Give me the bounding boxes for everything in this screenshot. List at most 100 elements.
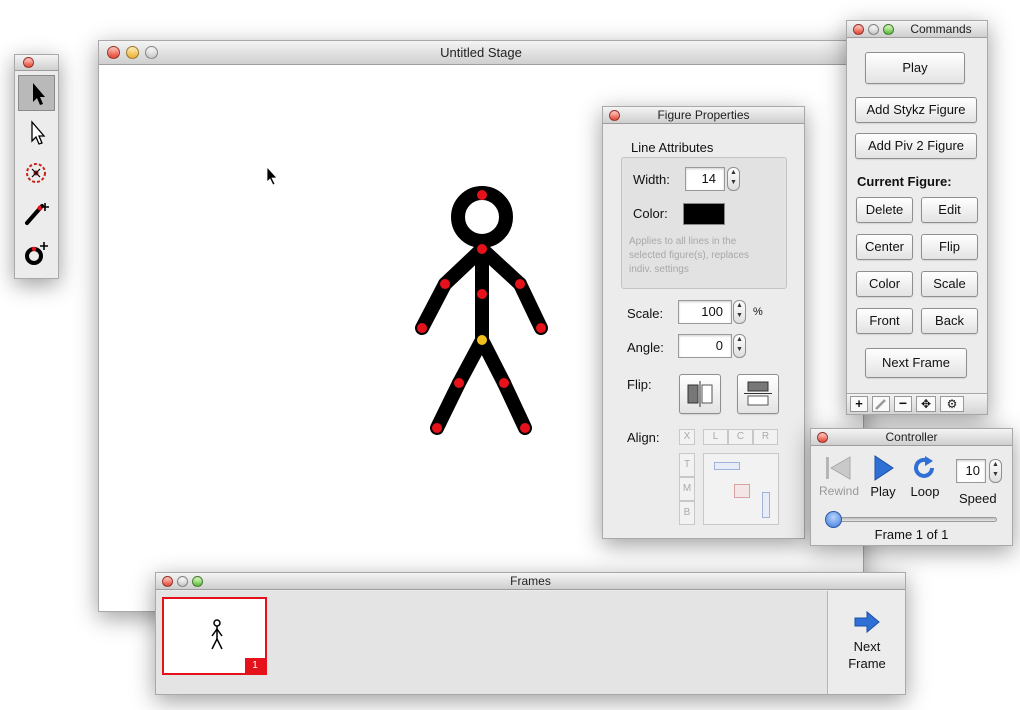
play-label: Play bbox=[870, 484, 896, 499]
minimize-button[interactable] bbox=[126, 46, 139, 59]
target-icon bbox=[26, 163, 46, 183]
speed-stepper[interactable]: ▲ ▼ bbox=[989, 459, 1002, 483]
width-field[interactable]: 14 bbox=[685, 167, 725, 191]
color-button[interactable]: Color bbox=[856, 271, 913, 297]
align-c-button[interactable]: C bbox=[728, 429, 753, 445]
scale-stepper[interactable]: ▲ ▼ bbox=[733, 300, 746, 324]
scale-unit: % bbox=[753, 306, 763, 318]
add-circle-icon bbox=[25, 242, 48, 265]
figure-head[interactable] bbox=[451, 186, 513, 248]
close-button[interactable] bbox=[23, 57, 34, 68]
close-button[interactable] bbox=[107, 46, 120, 59]
add-piv2-figure-button[interactable]: Add Piv 2 Figure bbox=[855, 133, 977, 159]
commands-title: Commands bbox=[910, 22, 972, 36]
scale-field[interactable]: 100 bbox=[678, 300, 732, 324]
zoom-button[interactable] bbox=[883, 24, 894, 35]
tool-target[interactable] bbox=[18, 155, 55, 191]
close-button[interactable] bbox=[609, 110, 620, 121]
move-icon[interactable]: ✥ bbox=[916, 396, 936, 412]
loop-icon bbox=[914, 456, 934, 478]
scale-button[interactable]: Scale bbox=[921, 271, 978, 297]
flip-horizontal-icon bbox=[687, 381, 713, 407]
next-frame-label-1: Next bbox=[853, 639, 881, 654]
add-line-icon bbox=[25, 203, 49, 225]
align-t-button[interactable]: T bbox=[679, 453, 695, 477]
angle-field[interactable]: 0 bbox=[678, 334, 732, 358]
zoom-button[interactable] bbox=[145, 46, 158, 59]
flip-vertical-icon bbox=[744, 381, 772, 406]
note-line-2: selected figure(s), replaces bbox=[629, 250, 750, 261]
commands-panel: Commands Play Add Stykz Figure Add Piv 2… bbox=[846, 20, 988, 415]
align-label: Align: bbox=[627, 430, 660, 445]
next-frame-action[interactable]: Next Frame bbox=[829, 591, 905, 694]
direct-select-icon bbox=[31, 120, 46, 145]
back-button[interactable]: Back bbox=[921, 308, 978, 334]
figure-properties-titlebar: Figure Properties bbox=[603, 107, 804, 124]
frames-panel: Frames 1 Next Frame bbox=[155, 572, 906, 695]
minimize-button[interactable] bbox=[868, 24, 879, 35]
frames-title: Frames bbox=[510, 574, 551, 588]
loop-button[interactable]: Loop bbox=[907, 453, 943, 503]
toolbox-titlebar bbox=[15, 55, 58, 71]
rewind-label: Rewind bbox=[819, 484, 860, 498]
current-figure-label: Current Figure: bbox=[857, 174, 952, 189]
controller-panel: Controller Rewind Play Loop 10 ▲ ▼ Speed … bbox=[810, 428, 1013, 546]
align-r-button[interactable]: R bbox=[753, 429, 778, 445]
stage-title: Untitled Stage bbox=[440, 45, 522, 60]
delete-button[interactable]: Delete bbox=[856, 197, 913, 223]
tool-add-circle[interactable] bbox=[18, 235, 55, 271]
mouse-cursor-icon bbox=[266, 165, 278, 186]
frames-titlebar: Frames bbox=[156, 573, 905, 590]
align-m-button[interactable]: M bbox=[679, 477, 695, 501]
front-button[interactable]: Front bbox=[856, 308, 913, 334]
center-button[interactable]: Center bbox=[856, 234, 913, 260]
loop-label: Loop bbox=[910, 484, 940, 499]
note-line-3: indiv. settings bbox=[629, 264, 689, 275]
close-button[interactable] bbox=[817, 432, 828, 443]
angle-label: Angle: bbox=[627, 340, 664, 355]
flip-button[interactable]: Flip bbox=[921, 234, 978, 260]
gear-icon[interactable]: ⚙ bbox=[940, 396, 964, 412]
speed-field[interactable]: 10 bbox=[956, 459, 986, 483]
flip-label: Flip: bbox=[627, 377, 652, 392]
angle-stepper[interactable]: ▲ ▼ bbox=[733, 334, 746, 358]
play-button[interactable]: Play bbox=[865, 52, 965, 84]
close-button[interactable] bbox=[162, 576, 173, 587]
flip-vertical-button[interactable] bbox=[737, 374, 779, 414]
next-frame-label-2: Frame bbox=[848, 656, 886, 671]
tool-select[interactable] bbox=[18, 75, 55, 111]
color-label: Color: bbox=[633, 206, 668, 221]
plus-icon[interactable]: + bbox=[850, 396, 868, 412]
figure-properties-title: Figure Properties bbox=[657, 108, 750, 122]
line-attributes-note: Applies to all lines in the selected fig… bbox=[629, 235, 749, 277]
note-line-1: Applies to all lines in the bbox=[629, 236, 737, 247]
commands-bottom-bar: + − ✥ ⚙ bbox=[847, 393, 987, 414]
close-button[interactable] bbox=[853, 24, 864, 35]
align-b-button[interactable]: B bbox=[679, 501, 695, 525]
minus-icon[interactable]: − bbox=[894, 396, 912, 412]
center-joint[interactable] bbox=[477, 335, 487, 345]
add-stykz-figure-button[interactable]: Add Stykz Figure bbox=[855, 97, 977, 123]
width-stepper[interactable]: ▲ ▼ bbox=[727, 167, 740, 191]
edit-button[interactable]: Edit bbox=[921, 197, 978, 223]
scale-label: Scale: bbox=[627, 306, 664, 321]
frame-slider-thumb[interactable] bbox=[825, 511, 842, 528]
flip-horizontal-button[interactable] bbox=[679, 374, 721, 414]
minimize-button[interactable] bbox=[177, 576, 188, 587]
align-x-button[interactable]: X bbox=[679, 429, 695, 445]
line-attributes-label: Line Attributes bbox=[631, 140, 714, 155]
controller-play-button[interactable]: Play bbox=[866, 453, 900, 503]
rewind-button[interactable]: Rewind bbox=[819, 453, 859, 503]
next-frame-button[interactable]: Next Frame bbox=[865, 348, 967, 378]
line-color-swatch[interactable] bbox=[683, 203, 725, 225]
zoom-button[interactable] bbox=[192, 576, 203, 587]
speed-label: Speed bbox=[959, 491, 997, 506]
frame-thumbnail[interactable]: 1 bbox=[162, 597, 267, 675]
figure-properties-panel: Figure Properties Line Attributes Width:… bbox=[602, 106, 805, 539]
right-arrow-icon bbox=[854, 610, 880, 634]
tool-direct-select[interactable] bbox=[18, 115, 55, 151]
frame-slider-track[interactable] bbox=[825, 517, 997, 522]
pencil-icon[interactable] bbox=[872, 396, 890, 412]
align-l-button[interactable]: L bbox=[703, 429, 728, 445]
tool-add-line[interactable] bbox=[18, 195, 55, 231]
